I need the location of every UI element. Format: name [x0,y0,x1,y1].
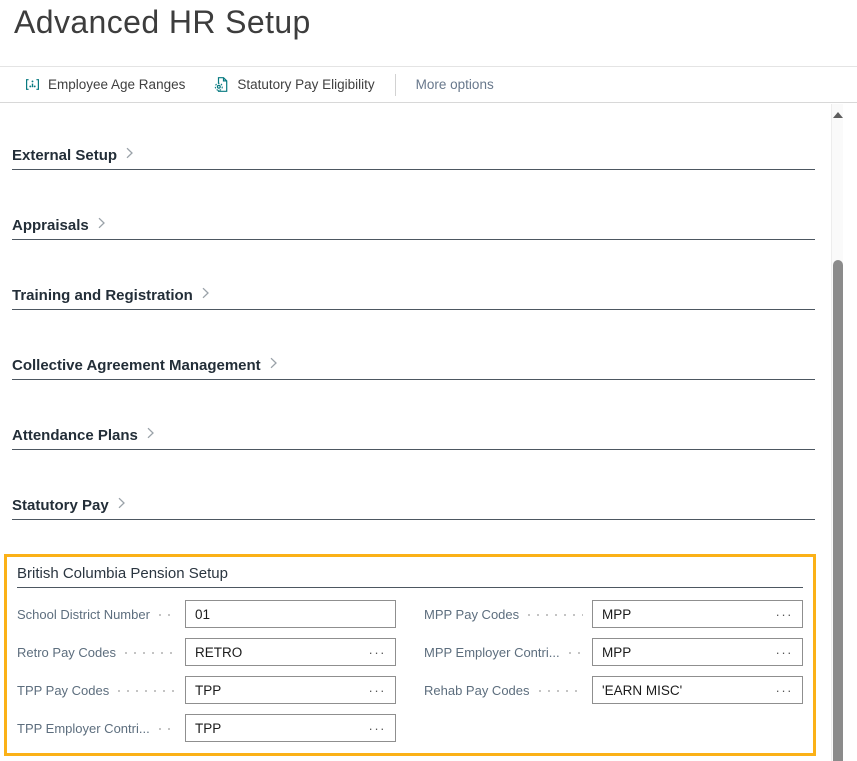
fasttab-list: External Setup Appraisals Training and R… [12,132,815,552]
fasttab-rule [12,169,815,170]
action-bar: Employee Age Ranges Statutory Pay Eligib… [0,66,857,103]
statutory-pay-eligibility-label: Statutory Pay Eligibility [237,77,374,92]
field-label-wrap: Retro Pay Codes [17,645,185,660]
statutory-pay-eligibility-icon [213,76,230,93]
employee-age-ranges-label: Employee Age Ranges [48,77,185,92]
fasttab-section[interactable]: Statutory Pay [12,482,815,552]
fasttab-section[interactable]: Appraisals [12,202,815,272]
assist-edit-button[interactable]: ··· [369,721,387,736]
field-label-wrap: Rehab Pay Codes [424,683,592,698]
page-title: Advanced HR Setup [14,4,311,41]
field-label-wrap: TPP Pay Codes [17,683,185,698]
field-row: TPP Pay Codes TPP ··· [17,676,396,704]
chevron-right-icon [146,426,155,445]
field-input[interactable]: TPP ··· [185,676,396,704]
bc-pension-setup-group: British Columbia Pension Setup School Di… [4,554,816,756]
pension-column-2: MPP Pay Codes MPP ··· MPP Employer Contr… [424,600,803,742]
assist-edit-button[interactable]: ··· [776,607,794,622]
field-row: School District Number 01 [17,600,396,628]
toolbar-separator [395,74,396,96]
field-value: TPP [195,721,369,736]
more-options-button[interactable]: More options [416,77,494,92]
vertical-scrollbar[interactable] [831,104,843,761]
field-value: MPP [602,607,776,622]
dotted-leader [125,652,176,654]
fasttab-label: External Setup [12,147,117,164]
dotted-leader [569,652,583,654]
bc-pension-setup-fields: School District Number 01 Retro Pay Code… [15,588,805,742]
field-input[interactable]: 'EARN MISC' ··· [592,676,803,704]
field-input[interactable]: TPP ··· [185,714,396,742]
pension-column-1: School District Number 01 Retro Pay Code… [17,600,396,742]
fasttab-rule [12,449,815,450]
chevron-right-icon [269,356,278,375]
fasttab-label: Training and Registration [12,287,193,304]
fasttab-section[interactable]: Training and Registration [12,272,815,342]
dotted-leader [159,728,176,730]
field-label: Retro Pay Codes [17,645,116,660]
dotted-leader [528,614,583,616]
scrollbar-up-arrow-icon[interactable] [833,112,843,118]
dotted-leader [539,690,583,692]
field-label: School District Number [17,607,150,622]
field-label-wrap: MPP Employer Contri... [424,645,592,660]
assist-edit-button[interactable]: ··· [369,683,387,698]
chevron-right-icon [117,496,126,515]
fasttab-label: Appraisals [12,217,89,234]
field-label: Rehab Pay Codes [424,683,530,698]
field-label: MPP Employer Contri... [424,645,560,660]
field-row: Retro Pay Codes RETRO ··· [17,638,396,666]
employee-age-ranges-icon [24,76,41,93]
employee-age-ranges-button[interactable]: Employee Age Ranges [24,76,185,93]
fasttab-rule [12,309,815,310]
field-value: MPP [602,645,776,660]
field-input[interactable]: 01 [185,600,396,628]
fasttab-rule [12,239,815,240]
field-input[interactable]: RETRO ··· [185,638,396,666]
fasttab-label: Statutory Pay [12,497,109,514]
field-label: TPP Pay Codes [17,683,109,698]
fasttab-section[interactable]: External Setup [12,132,815,202]
bc-pension-setup-title: British Columbia Pension Setup [17,565,805,586]
field-value: TPP [195,683,369,698]
field-input[interactable]: MPP ··· [592,600,803,628]
dotted-leader [159,614,176,616]
assist-edit-button[interactable]: ··· [776,645,794,660]
advanced-hr-setup-page: Advanced HR Setup Employee Age Ranges [0,0,857,761]
field-input[interactable]: MPP ··· [592,638,803,666]
chevron-right-icon [97,216,106,235]
chevron-right-icon [125,146,134,165]
chevron-right-icon [201,286,210,305]
field-value: 'EARN MISC' [602,683,776,698]
field-row: MPP Employer Contri... MPP ··· [424,638,803,666]
fasttab-label: Collective Agreement Management [12,357,261,374]
field-value: 01 [195,607,386,622]
field-value: RETRO [195,645,369,660]
field-row: Rehab Pay Codes 'EARN MISC' ··· [424,676,803,704]
fasttab-section[interactable]: Attendance Plans [12,412,815,482]
field-label: TPP Employer Contri... [17,721,150,736]
fasttab-rule [12,379,815,380]
scrollbar-thumb[interactable] [833,260,843,761]
assist-edit-button[interactable]: ··· [776,683,794,698]
field-row: TPP Employer Contri... TPP ··· [17,714,396,742]
field-label: MPP Pay Codes [424,607,519,622]
field-label-wrap: MPP Pay Codes [424,607,592,622]
fasttab-rule [12,519,815,520]
dotted-leader [118,690,176,692]
assist-edit-button[interactable]: ··· [369,645,387,660]
field-row: MPP Pay Codes MPP ··· [424,600,803,628]
fasttab-label: Attendance Plans [12,427,138,444]
statutory-pay-eligibility-button[interactable]: Statutory Pay Eligibility [213,76,374,93]
field-label-wrap: TPP Employer Contri... [17,721,185,736]
fasttab-section[interactable]: Collective Agreement Management [12,342,815,412]
field-label-wrap: School District Number [17,607,185,622]
